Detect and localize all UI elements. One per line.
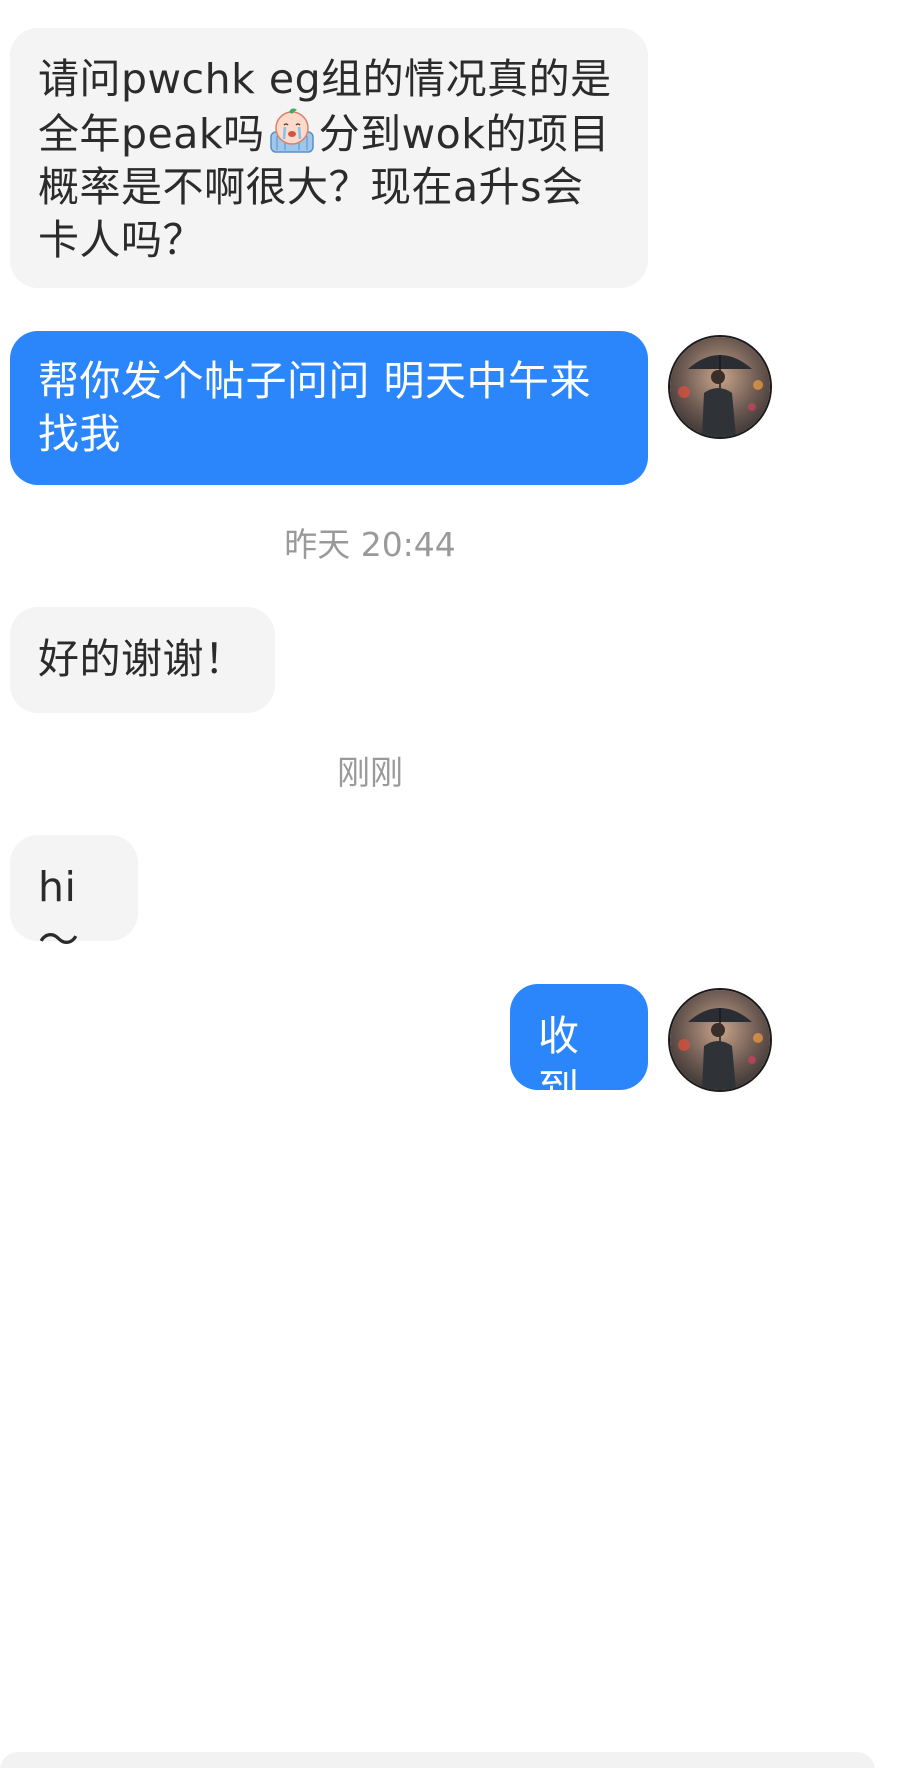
incoming-message-bubble[interactable]: 好的谢谢！ <box>10 607 275 713</box>
incoming-message-bubble[interactable]: 请问pwchk eg组的情况真的是全年peak吗 分到wok的项目概率是不啊很大… <box>10 28 648 288</box>
user-avatar[interactable] <box>668 988 772 1092</box>
message-text: 收到 <box>538 1012 580 1113</box>
message-text: 帮你发个帖子问问 明天中午来找我 <box>38 357 592 458</box>
incoming-message-bubble[interactable]: hi～ <box>10 835 138 964</box>
person-with-umbrella-avatar-icon <box>670 990 770 1090</box>
message-text: 好的谢谢！ <box>38 635 246 683</box>
outgoing-message-bubble[interactable]: 收到 <box>510 984 648 1113</box>
chat-thread: 请问pwchk eg组的情况真的是全年peak吗 分到wok的项目概率是不啊很大… <box>0 0 910 1768</box>
outgoing-message-bubble[interactable]: 帮你发个帖子问问 明天中午来找我 <box>10 331 648 485</box>
crying-face-sticker-icon <box>265 106 319 156</box>
user-avatar[interactable] <box>668 335 772 439</box>
input-bar[interactable] <box>0 1752 875 1768</box>
person-with-umbrella-avatar-icon <box>670 337 770 437</box>
message-text: hi～ <box>38 863 80 964</box>
timestamp: 昨天 20:44 <box>284 525 456 564</box>
timestamp: 刚刚 <box>337 753 403 792</box>
